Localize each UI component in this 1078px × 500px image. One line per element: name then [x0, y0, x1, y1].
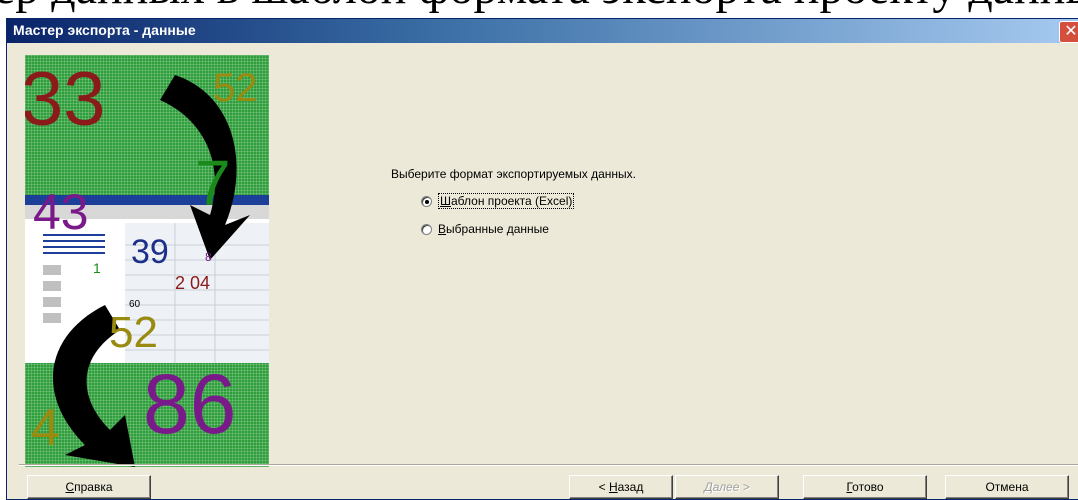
title-bar[interactable]: Мастер экспорта - данные ✕	[7, 19, 1078, 43]
option-selected-data-label[interactable]: Выбранные данные	[438, 222, 549, 236]
button-label: Далее >	[704, 480, 750, 494]
button-label: отово	[852, 480, 884, 494]
background-document-text: ер данных в шаблон формата экспорта прое…	[0, 0, 1078, 12]
option-project-template-label[interactable]: Шаблон проекта (Excel)	[438, 193, 575, 209]
illustration-number: 7	[195, 147, 231, 219]
accelerator-key: С	[65, 480, 75, 494]
option-project-template[interactable]: Шаблон проекта (Excel)	[421, 193, 575, 209]
illustration-number: 52	[213, 66, 258, 110]
illustration-number: 1	[93, 260, 101, 276]
illustration-number: 43	[33, 184, 89, 240]
accelerator-key: В	[438, 222, 447, 236]
option-selected-data[interactable]: Выбранные данные	[421, 222, 549, 236]
button-label: азад	[617, 480, 644, 494]
illustration-number: 33	[25, 57, 106, 142]
help-button[interactable]: Справка	[27, 475, 151, 499]
button-label: правка	[74, 480, 113, 494]
close-button[interactable]: ✕	[1059, 21, 1078, 43]
back-button[interactable]: < Назад	[569, 475, 673, 499]
background-document-strip: ер данных в шаблон формата экспорта прое…	[0, 0, 1078, 18]
wizard-illustration: 33 52 7 43 39 8 1 2 04 60 52 86 4	[25, 55, 269, 467]
label-text: аблон проекта (Excel)	[451, 194, 573, 208]
cancel-button[interactable]: Отмена	[945, 475, 1069, 499]
button-label-prefix: <	[598, 480, 609, 494]
radio-selected-data[interactable]	[421, 223, 432, 235]
illustration-number: 52	[109, 308, 158, 357]
export-wizard-window: Мастер экспорта - данные ✕ 33 52 7 43 39…	[6, 18, 1078, 500]
accelerator-key: Н	[608, 480, 618, 494]
illustration-number: 4	[31, 399, 60, 457]
window-title: Мастер экспорта - данные	[13, 22, 196, 38]
accelerator-key: Ш	[440, 194, 451, 208]
illustration-number: 39	[131, 233, 169, 271]
footer-divider	[19, 464, 1078, 466]
illustration-number: 8	[205, 250, 212, 264]
illustration-number: 86	[143, 357, 236, 451]
next-button[interactable]: Далее >	[675, 475, 779, 499]
radio-project-template[interactable]	[421, 195, 432, 207]
label-text: ыбранные данные	[446, 222, 549, 236]
finish-button[interactable]: Готово	[803, 475, 927, 499]
wizard-illustration-graphic: 33 52 7 43 39 8 1 2 04 60 52 86 4	[25, 57, 269, 467]
illustration-number: 2 04	[175, 273, 210, 293]
format-prompt: Выберите формат экспортируемых данных.	[391, 167, 636, 181]
